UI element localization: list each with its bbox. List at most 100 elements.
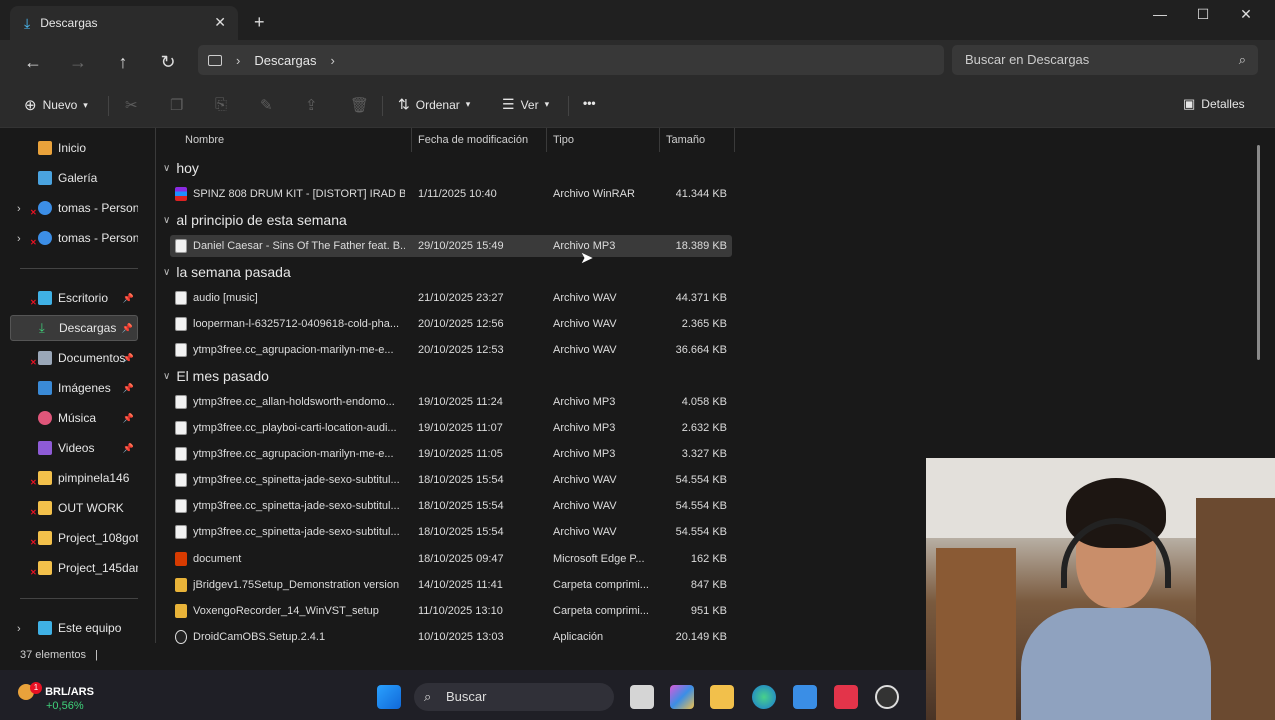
cut-icon[interactable]: ✂ — [125, 96, 138, 114]
obs-icon[interactable] — [875, 685, 899, 709]
sidebar-item-onedrive-1[interactable]: tomas - Personal — [38, 195, 138, 221]
pin-icon[interactable]: 📌 — [123, 353, 134, 364]
more-options-button[interactable]: ••• — [583, 96, 596, 110]
pin-icon[interactable]: 📌 — [123, 413, 134, 424]
paste-icon[interactable]: ⎘ — [215, 96, 227, 113]
file-row[interactable]: ytmp3free.cc_spinetta-jade-sexo-subtitul… — [170, 469, 732, 491]
edge-icon[interactable] — [752, 685, 776, 709]
windows-start-icon[interactable] — [377, 685, 401, 709]
search-input[interactable]: Buscar en Descargas ⌕ — [952, 45, 1258, 75]
sidebar-item-label: Imágenes — [58, 381, 111, 395]
music-app-icon[interactable] — [834, 685, 858, 709]
sidebar-item-videos[interactable]: Videos 📌 — [38, 435, 138, 461]
share-icon[interactable]: ⇪ — [305, 96, 318, 114]
column-header-date[interactable]: Fecha de modificación — [418, 128, 528, 152]
file-row[interactable]: ytmp3free.cc_allan-holdsworth-endomo... … — [170, 391, 732, 413]
chevron-right-icon[interactable]: › — [330, 53, 334, 68]
delete-icon[interactable]: 🗑 — [350, 96, 369, 114]
file-row[interactable]: Daniel Caesar - Sins Of The Father feat.… — [170, 235, 732, 257]
refresh-button[interactable]: ↻ — [153, 50, 183, 74]
sidebar-item-folder-pimpinela146[interactable]: pimpinela146 — [38, 465, 138, 491]
file-size: 41.344 KB — [675, 188, 727, 200]
rename-icon[interactable]: ✎ — [260, 96, 273, 114]
folder-icon — [38, 531, 52, 545]
details-button[interactable]: ▣ Detalles — [1183, 96, 1245, 112]
file-row[interactable]: VoxengoRecorder_14_WinVST_setup 11/10/20… — [170, 600, 732, 622]
file-row[interactable]: ytmp3free.cc_agrupacion-marilyn-me-e... … — [170, 339, 732, 361]
store-icon[interactable] — [793, 685, 817, 709]
column-divider[interactable] — [734, 128, 735, 152]
vertical-scrollbar[interactable] — [1257, 145, 1260, 360]
sidebar-item-musica[interactable]: Música 📌 — [38, 405, 138, 431]
column-divider[interactable] — [546, 128, 547, 152]
tab-descargas[interactable]: ⤓ Descargas ✕ — [10, 6, 238, 40]
sort-button[interactable]: ⇅ Ordenar ▾ — [398, 96, 470, 113]
column-divider[interactable] — [411, 128, 412, 152]
pane-splitter[interactable] — [155, 128, 156, 643]
expand-chevron-icon[interactable]: › — [17, 233, 21, 245]
file-type: Archivo WAV — [553, 500, 617, 512]
file-size: 3.327 KB — [681, 448, 727, 460]
file-row[interactable]: ytmp3free.cc_agrupacion-marilyn-me-e... … — [170, 443, 732, 465]
search-icon: ⌕ — [424, 689, 432, 704]
expand-chevron-icon[interactable]: › — [17, 623, 21, 635]
audio-file-icon — [175, 447, 187, 461]
new-button[interactable]: ⊕ Nuevo ▾ — [24, 96, 88, 114]
new-tab-button[interactable]: + — [254, 12, 265, 33]
sidebar-item-escritorio[interactable]: Escritorio 📌 — [38, 285, 138, 311]
minimize-button[interactable]: — — [1140, 6, 1180, 22]
file-row[interactable]: jBridgev1.75Setup_Demonstration version … — [170, 574, 732, 596]
group-header-hoy[interactable]: ∨ hoy — [163, 160, 199, 176]
sidebar-item-imagenes[interactable]: Imágenes 📌 — [38, 375, 138, 401]
close-window-button[interactable]: ✕ — [1226, 6, 1266, 23]
sidebar-item-galeria[interactable]: Galería — [38, 165, 138, 191]
column-header-name[interactable]: Nombre — [185, 128, 224, 152]
sidebar-item-folder-project108[interactable]: Project_108gota — [38, 525, 138, 551]
file-type: Archivo WAV — [553, 292, 617, 304]
sidebar-item-este-equipo[interactable]: Este equipo — [38, 615, 138, 641]
address-bar[interactable]: › Descargas › — [198, 45, 944, 75]
up-button[interactable]: ↑ — [108, 50, 138, 74]
pin-icon[interactable]: 📌 — [123, 383, 134, 394]
file-row[interactable]: DroidCamOBS.Setup.2.4.1 10/10/2025 13:03… — [170, 626, 732, 648]
ticker-change: +0,56% — [46, 700, 84, 712]
sidebar-item-descargas[interactable]: ⤓ Descargas 📌 — [10, 315, 138, 341]
file-row[interactable]: ytmp3free.cc_spinetta-jade-sexo-subtitul… — [170, 521, 732, 543]
file-size: 2.632 KB — [681, 422, 727, 434]
group-header-last-week[interactable]: ∨ la semana pasada — [163, 264, 291, 280]
file-row[interactable]: SPINZ 808 DRUM KIT - [DISTORT] IRAD B...… — [170, 183, 732, 205]
forward-button[interactable]: → — [63, 50, 93, 74]
maximize-button[interactable]: ☐ — [1183, 6, 1223, 23]
chevron-right-icon[interactable]: › — [236, 53, 240, 68]
file-row[interactable]: ytmp3free.cc_spinetta-jade-sexo-subtitul… — [170, 495, 732, 517]
file-explorer-icon[interactable] — [710, 685, 734, 709]
sidebar-item-inicio[interactable]: Inicio — [38, 135, 138, 161]
pin-icon[interactable]: 📌 — [123, 443, 134, 454]
sidebar-item-folder-out-work[interactable]: OUT WORK — [38, 495, 138, 521]
group-header-last-month[interactable]: ∨ El mes pasado — [163, 368, 269, 384]
sidebar-item-folder-project145[interactable]: Project_145dani — [38, 555, 138, 581]
pin-icon[interactable]: 📌 — [123, 293, 134, 304]
close-tab-icon[interactable]: ✕ — [214, 14, 226, 31]
breadcrumb-descargas[interactable]: Descargas — [254, 53, 316, 68]
group-header-this-week[interactable]: ∨ al principio de esta semana — [163, 212, 347, 228]
expand-chevron-icon[interactable]: › — [17, 203, 21, 215]
column-header-type[interactable]: Tipo — [553, 128, 574, 152]
copilot-icon[interactable] — [670, 685, 694, 709]
file-row[interactable]: document 18/10/2025 09:47 Microsoft Edge… — [170, 548, 732, 570]
pin-icon[interactable]: 📌 — [122, 323, 133, 334]
task-view-icon[interactable] — [630, 685, 654, 709]
view-button[interactable]: ☰ Ver ▾ — [502, 96, 549, 113]
back-button[interactable]: ← — [18, 50, 48, 74]
sidebar-item-onedrive-2[interactable]: tomas - Personal — [38, 225, 138, 251]
widgets-ticker[interactable]: 1 BRL/ARS +0,56% — [18, 682, 94, 712]
column-header-size[interactable]: Tamaño — [666, 128, 705, 152]
file-row[interactable]: looperman-l-6325712-0409618-cold-pha... … — [170, 313, 732, 335]
sidebar-item-documentos[interactable]: Documentos 📌 — [38, 345, 138, 371]
file-row[interactable]: audio [music] 21/10/2025 23:27 Archivo W… — [170, 287, 732, 309]
home-icon — [38, 141, 52, 155]
taskbar-search[interactable]: ⌕ Buscar — [414, 683, 614, 711]
column-divider[interactable] — [659, 128, 660, 152]
file-row[interactable]: ytmp3free.cc_playboi-carti-location-audi… — [170, 417, 732, 439]
copy-icon[interactable]: ❐ — [170, 96, 183, 114]
